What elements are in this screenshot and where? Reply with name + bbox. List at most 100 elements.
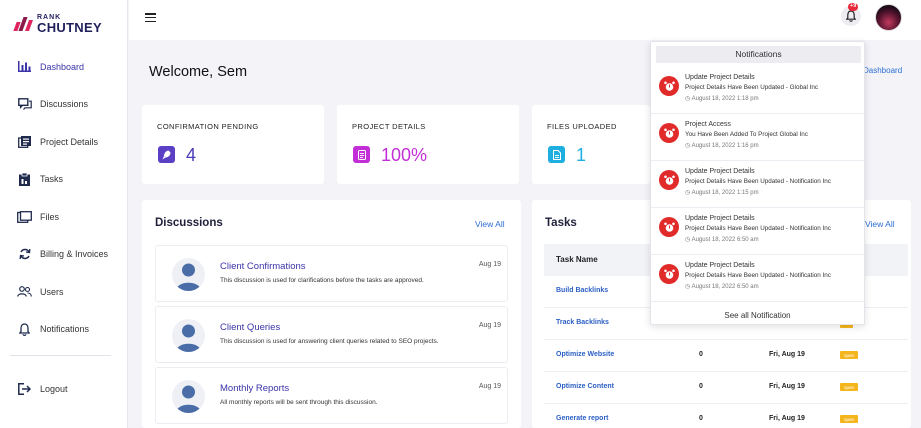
sidebar-item-label: Notifications [40,324,90,335]
stat-card-project-details[interactable]: PROJECT DETAILS 100% [337,105,519,184]
task-name-link[interactable]: Track Backlinks [556,319,609,326]
list-icon [17,134,32,149]
logout-icon [17,381,32,396]
task-date: Fri, Aug 19 [769,383,805,390]
see-all-notifications-link[interactable]: See all Notification [651,311,864,320]
notification-count-badge: +9 [848,3,859,11]
clock-icon: ◷ [685,143,692,149]
list-item[interactable]: Client Queries This discussion is used f… [155,306,508,363]
clock-icon: ◷ [685,190,692,196]
discussion-date: Aug 19 [478,261,501,268]
sidebar-item-label: Project Details [40,136,99,147]
task-name-link[interactable]: Optimize Website [556,351,614,358]
stat-title: FILES UPLOADED [547,122,617,131]
notification-item[interactable]: Update Project Details Project Details H… [651,208,864,255]
clipboard-icon [17,172,32,187]
sidebar-item-billing[interactable]: Billing & Invoices [0,236,128,274]
task-name-link[interactable]: Build Backlinks [556,287,608,294]
table-row[interactable]: Generate report 0 Fri, Aug 19 open [544,404,908,428]
discussions-panel: Discussions View All Client Confirmation… [142,200,521,428]
logo-text: RANK CHUTNEY [37,14,102,34]
logout-button[interactable]: Logout [0,370,68,408]
bar-chart-icon [17,59,32,74]
sidebar-item-label: Billing & Invoices [40,249,109,260]
list-item[interactable]: Monthly Reports All monthly reports will… [155,367,508,424]
bell-icon [846,10,856,22]
discussion-description: This discussion is used for answering cl… [220,338,439,345]
notification-text: Project Details Have Been Updated - Noti… [685,225,831,232]
rocket-icon [158,146,175,163]
sidebar-divider [10,355,111,356]
column-header-task-name: Task Name [556,255,598,264]
clock-icon: ◷ [685,284,692,290]
discussion-date: Aug 19 [478,322,501,329]
stat-value: 100% [381,145,428,165]
notification-item[interactable]: Update Project Details Project Details H… [651,161,864,208]
sidebar-item-label: Tasks [40,174,64,185]
notification-text: Project Details Have Been Updated - Noti… [685,272,831,279]
user-avatar[interactable] [875,4,902,31]
notification-text: Project Details Have Been Updated - Noti… [685,178,831,185]
clock-icon: ◷ [685,96,692,102]
task-name-link[interactable]: Optimize Content [556,383,614,390]
sidebar-nav: Dashboard Discussions Project Details Ta… [0,48,128,348]
sidebar-item-users[interactable]: Users [0,273,128,311]
status-badge: open [840,415,859,423]
notification-date: August 18, 2022 6:50 am [691,284,759,290]
tasks-view-all-link[interactable]: View All [865,219,895,229]
sidebar-item-project-details[interactable]: Project Details [0,123,128,161]
logout-label: Logout [40,383,68,394]
bell-icon [17,322,32,337]
stat-value: 1 [576,145,587,165]
notification-date: August 18, 2022 6:50 am [691,237,759,243]
document-icon [353,146,370,163]
notification-title: Update Project Details [685,168,755,175]
status-badge: open [840,383,859,391]
logo-mark-icon [13,17,34,31]
sidebar-item-label: Users [40,286,64,297]
sidebar-item-files[interactable]: Files [0,198,128,236]
discussions-title: Discussions [155,217,223,229]
alarm-icon [659,264,679,284]
stat-title: CONFIRMATION PENDING [157,122,259,131]
stat-value: 4 [186,145,197,165]
clock-icon: ◷ [685,237,692,243]
notification-date: August 18, 2022 1:18 pm [691,96,759,102]
notification-item[interactable]: Update Project Details Project Details H… [651,67,864,114]
menu-toggle-icon[interactable] [145,13,156,23]
brand-logo[interactable]: RANK CHUTNEY [13,14,102,34]
table-row[interactable]: Optimize Content 0 Fri, Aug 19 open [544,372,908,404]
sidebar-item-tasks[interactable]: Tasks [0,161,128,199]
stat-card-files[interactable]: FILES UPLOADED 1 [532,105,650,184]
notification-time: ◷ August 18, 2022 6:50 am [685,283,759,290]
discussion-description: This discussion is used for clarificatio… [220,277,424,284]
discussions-view-all-link[interactable]: View All [475,219,505,229]
discussion-description: All monthly reports will be sent through… [220,399,378,406]
sidebar-item-notifications[interactable]: Notifications [0,311,128,349]
refresh-icon [17,247,32,262]
notification-time: ◷ August 18, 2022 1:15 pm [685,189,759,196]
task-date: Fri, Aug 19 [769,415,805,422]
alarm-icon [659,123,679,143]
notification-title: Update Project Details [685,215,755,222]
notification-time: ◷ August 18, 2022 1:16 pm [685,142,759,149]
status-badge: open [840,351,859,359]
sidebar-item-dashboard[interactable]: Dashboard [0,48,128,86]
file-icon [548,146,565,163]
avatar-placeholder-icon [172,380,205,413]
task-name-link[interactable]: Generate report [556,415,609,422]
alarm-icon [659,217,679,237]
discussion-date: Aug 19 [478,383,501,390]
list-item[interactable]: Client Confirmations This discussion is … [155,245,508,302]
notification-item[interactable]: Update Project Details Project Details H… [651,255,864,302]
avatar-placeholder-icon [172,258,205,291]
notification-text: Project Details Have Been Updated - Glob… [685,84,819,91]
notification-date: August 18, 2022 1:16 pm [691,143,759,149]
stat-card-confirmation[interactable]: CONFIRMATION PENDING 4 [142,105,324,184]
sidebar-item-discussions[interactable]: Discussions [0,86,128,124]
notification-item[interactable]: Project Access You Have Been Added To Pr… [651,114,864,161]
tasks-title: Tasks [545,217,577,229]
users-icon [17,284,32,299]
dashboard-link[interactable]: Dashboard [863,66,902,75]
table-row[interactable]: Optimize Website 0 Fri, Aug 19 open [544,340,908,372]
